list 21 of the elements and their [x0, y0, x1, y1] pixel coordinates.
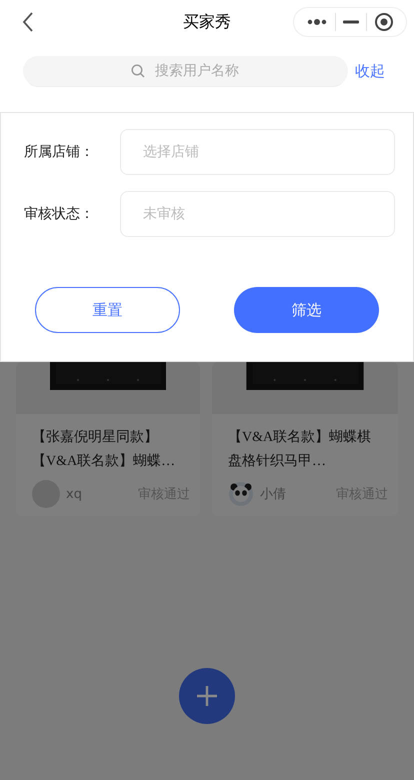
more-icon[interactable]	[306, 18, 328, 26]
avatar	[228, 481, 254, 507]
post-title: 【V&A联名款】蝴蝶…	[32, 452, 176, 471]
post-title: 【V&A联名款】蝴蝶棋	[228, 428, 372, 447]
input-field[interactable]: 未审核	[120, 191, 395, 237]
close-icon[interactable]	[374, 12, 394, 32]
field-label: 审核状态：	[23, 205, 95, 223]
post-title: 【张嘉倪明星同款】	[32, 428, 159, 447]
filter-button[interactable]: 筛选	[234, 287, 379, 333]
input-field[interactable]: 选择店铺	[120, 129, 395, 175]
minimize-icon[interactable]	[342, 20, 359, 24]
user-name: xq	[66, 486, 82, 502]
collapse-link[interactable]: 收起	[355, 62, 385, 80]
page-title: 买家秀	[183, 12, 231, 32]
plus-icon	[197, 686, 217, 706]
back-icon[interactable]	[22, 12, 34, 32]
user-name: 小倩	[260, 486, 286, 503]
post-title: 盘格针织马甲…	[228, 452, 327, 471]
search-field[interactable]: 搜索用户名称	[23, 56, 348, 86]
field-label: 所属店铺：	[23, 143, 95, 161]
reset-button[interactable]: 重置	[35, 287, 180, 333]
